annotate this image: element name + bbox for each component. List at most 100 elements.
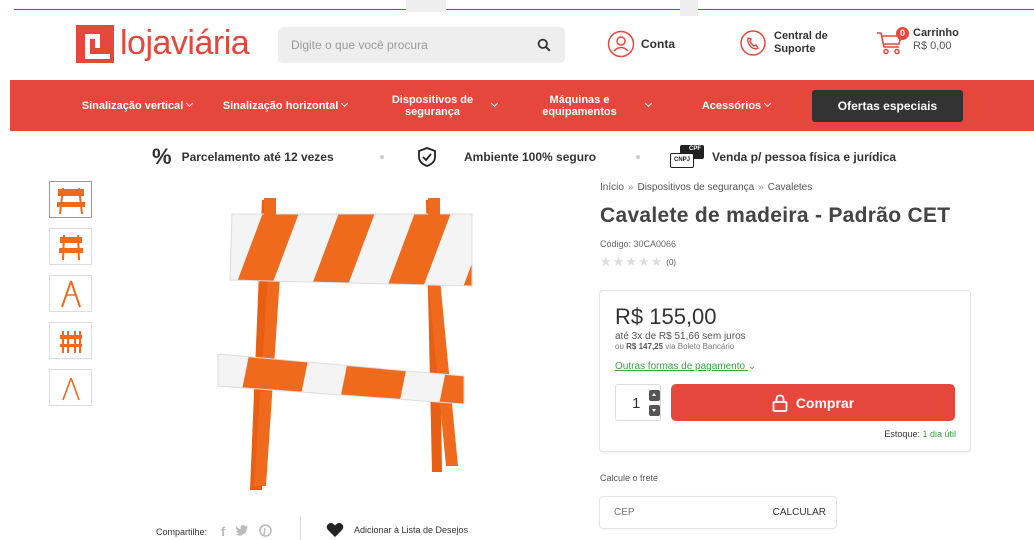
quantity-value[interactable]: 1 [632, 395, 640, 412]
cart-title: Carrinho [913, 27, 959, 39]
stock-info: Estoque: 1 dia útil [884, 429, 956, 439]
share-section: Compartilhe: f [156, 524, 273, 539]
breadcrumb-separator: » [758, 182, 764, 193]
logo-text: lojaviária [120, 24, 250, 62]
nav-item-label: Sinalização horizontal [222, 99, 339, 112]
barricade-thumb-icon [59, 330, 82, 353]
star-icon: ★ [637, 254, 650, 269]
breadcrumb-separator: » [627, 182, 634, 193]
nav-item-maquinas-equipamentos[interactable]: Máquinas e equipamentos [535, 80, 655, 131]
freight-label: Calcule o frete [600, 473, 659, 483]
barricade-side-thumb-icon [61, 377, 80, 400]
search-bar [278, 27, 565, 63]
star-icon: ★ [612, 254, 625, 269]
breadcrumb-item-cavaletes[interactable]: Cavaletes [768, 182, 812, 193]
chevron-down-icon [644, 99, 652, 108]
cep-field: CALCULAR [599, 496, 837, 529]
quantity-increase-button[interactable] [649, 390, 660, 401]
product-price: R$ 155,00 [615, 304, 717, 329]
add-to-wishlist-button[interactable]: Adicionar à Lista de Desejos [326, 522, 468, 538]
top-shade [680, 0, 698, 16]
benefit-label: Ambiente 100% seguro [464, 150, 597, 164]
account-link[interactable]: Conta [607, 30, 675, 58]
boleto-prefix: ou [615, 342, 624, 351]
other-payment-label: Outras formas de pagamento [615, 361, 746, 372]
search-input[interactable] [291, 27, 531, 63]
installments-text: até 3x de R$ 51,66 sem juros [615, 331, 746, 342]
product-thumbnail[interactable] [49, 275, 92, 312]
percent-icon: % [152, 144, 172, 169]
product-sku: Código: 30CA0066 [600, 239, 677, 249]
nav-item-sinalizacao-horizontal[interactable]: Sinalização horizontal [216, 80, 354, 131]
breadcrumb-item-inicio[interactable]: Início [600, 182, 624, 193]
separator-dot [636, 155, 640, 159]
benefit-label: Parcelamento até 12 vezes [181, 150, 334, 164]
boleto-suffix: via Boleto Bancário [665, 342, 735, 351]
support-label: Central de Suporte [774, 30, 828, 55]
site-logo[interactable]: lojaviária [76, 24, 250, 63]
special-offers-button[interactable]: Ofertas especiais [812, 90, 963, 122]
nav-item-label: Acessórios [701, 99, 762, 112]
main-nav: Sinalização vertical Sinalização horizon… [10, 80, 1034, 131]
product-thumbnail[interactable] [49, 228, 92, 265]
stock-value: 1 dia útil [922, 429, 956, 439]
search-icon[interactable] [537, 38, 551, 52]
phone-support-icon [740, 30, 766, 56]
breadcrumb-item-dispositivos[interactable]: Dispositivos de segurança [637, 182, 754, 193]
pinterest-icon[interactable] [259, 524, 273, 537]
quantity-stepper: 1 [615, 384, 661, 421]
other-payment-methods-link[interactable]: Outras formas de pagamento ⌄ [615, 361, 756, 372]
product-rating[interactable]: ★ ★ ★ ★ ★ (0) [600, 254, 676, 270]
nav-item-sinalizacao-vertical[interactable]: Sinalização vertical [72, 80, 202, 131]
cart-count-badge: 0 [896, 27, 909, 40]
buy-button[interactable]: Comprar [671, 384, 955, 421]
user-icon [607, 30, 635, 58]
buy-label: Comprar [795, 394, 855, 411]
benefits-bar: % Parcelamento até 12 vezes Ambiente 100… [0, 140, 1034, 174]
nav-item-label: Dispositivos de segurança [391, 93, 474, 118]
product-main-image[interactable] [210, 190, 485, 490]
logo-mark-icon [76, 24, 114, 63]
star-icon: ★ [600, 254, 612, 269]
cpf-cnpj-icon: CPF CNPJ [670, 145, 704, 169]
calculate-freight-button[interactable]: CALCULAR [773, 507, 826, 518]
barricade-thumb-icon [56, 187, 85, 214]
nav-item-acessorios[interactable]: Acessórios [696, 80, 776, 131]
breadcrumb: Início» Dispositivos de segurança» Cavalet… [600, 182, 812, 193]
cnpj-badge: CNPJ [670, 153, 694, 168]
twitter-icon[interactable] [235, 524, 249, 536]
shield-check-icon [418, 147, 436, 167]
nav-item-label: Máquinas e equipamentos [542, 93, 617, 118]
rating-count: (0) [666, 257, 677, 267]
cart-total: R$ 0,00 [913, 40, 952, 52]
share-label: Compartilhe: [156, 526, 208, 537]
chevron-down-icon [186, 99, 194, 108]
benefit-label: Venda p/ pessoa física e jurídica [712, 150, 897, 164]
heart-icon [326, 523, 344, 537]
barricade-side-thumb-icon [60, 280, 81, 307]
barricade-thumb-icon [58, 234, 83, 260]
chevron-down-icon [764, 99, 772, 108]
cep-input[interactable] [614, 497, 754, 528]
top-accent-line [14, 9, 1034, 10]
benefit-cpf-cnpj: CPF CNPJ Venda p/ pessoa física e jurídi… [670, 140, 896, 174]
product-thumbnail[interactable] [49, 369, 92, 406]
support-link[interactable]: Central de Suporte [740, 30, 834, 56]
chevron-down-icon: ⌄ [747, 361, 757, 372]
account-label: Conta [641, 37, 675, 51]
nav-item-label: Sinalização vertical [81, 99, 184, 112]
star-icon: ★ [650, 254, 663, 269]
nav-item-dispositivos-seguranca[interactable]: Dispositivos de segurança [382, 80, 502, 131]
chevron-down-icon [490, 99, 498, 108]
product-title: Cavalete de madeira - Padrão CET [600, 204, 951, 227]
product-thumbnail[interactable] [49, 322, 92, 359]
cart-link[interactable]: 0 Carrinho R$ 0,00 [875, 27, 959, 57]
quantity-decrease-button[interactable] [649, 405, 660, 416]
benefit-installments: % Parcelamento até 12 vezes [152, 140, 334, 174]
separator-dot [380, 155, 384, 159]
product-thumbnail[interactable] [49, 181, 92, 218]
star-icon: ★ [625, 254, 637, 269]
facebook-icon[interactable]: f [221, 524, 225, 539]
lock-icon [772, 394, 788, 412]
wishlist-label: Adicionar à Lista de Desejos [354, 525, 469, 535]
